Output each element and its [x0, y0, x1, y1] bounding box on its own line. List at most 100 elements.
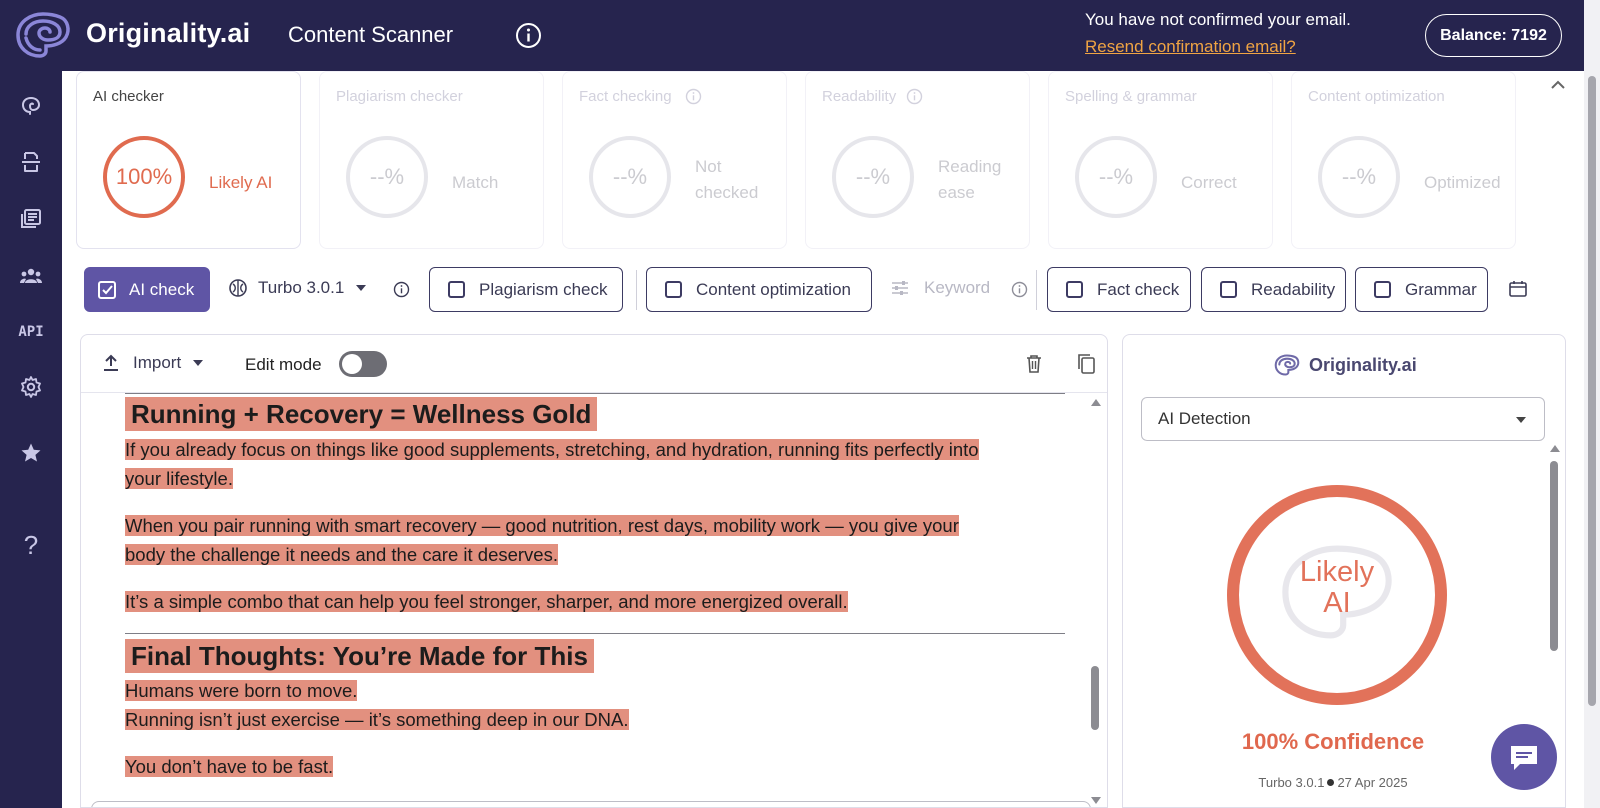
- card-plagiarism-checker[interactable]: Plagiarism checker --% Match: [319, 71, 544, 249]
- editor-header: Import Edit mode: [81, 335, 1107, 393]
- card-status: Optimized: [1424, 173, 1501, 192]
- paragraph-line: body the challenge it needs and the care…: [125, 544, 558, 565]
- sidebar-item-ai-checker[interactable]: [15, 90, 47, 122]
- card-fact-checking[interactable]: Fact checking --% Not checked: [562, 71, 787, 249]
- brand-name[interactable]: Originality.ai: [86, 18, 250, 49]
- info-icon[interactable]: [515, 22, 542, 49]
- api-icon: API: [18, 324, 44, 340]
- editor-scrollbar[interactable]: [1088, 393, 1102, 807]
- sidebar-item-settings[interactable]: [15, 371, 47, 403]
- plagiarism-check-button[interactable]: Plagiarism check: [429, 267, 623, 312]
- content-optimization-label: Content optimization: [696, 279, 851, 299]
- scroll-up-icon[interactable]: [1091, 399, 1101, 406]
- detection-type-value: AI Detection: [1158, 409, 1251, 428]
- page-scrollbar-thumb[interactable]: [1588, 76, 1596, 706]
- star-icon: [21, 443, 41, 462]
- calendar-icon[interactable]: [1508, 280, 1528, 298]
- sidebar-item-scan[interactable]: [15, 146, 47, 178]
- sidebar-item-favorites[interactable]: [15, 437, 47, 469]
- brain-logo-icon[interactable]: [12, 10, 74, 60]
- fact-check-button[interactable]: Fact check: [1047, 267, 1191, 312]
- brain-icon: [21, 97, 41, 115]
- card-status-line: checked: [695, 183, 759, 202]
- checkbox-icon: [1374, 281, 1391, 298]
- score-ring: --%: [589, 136, 671, 218]
- checkbox-icon: [1066, 281, 1083, 298]
- import-button[interactable]: Import: [103, 353, 204, 373]
- panel-scrollbar-thumb[interactable]: [1550, 461, 1558, 651]
- card-ai-checker[interactable]: AI checker 100% Likely AI: [76, 71, 301, 249]
- chevron-down-icon: [1516, 417, 1526, 423]
- card-title: Content optimization: [1308, 88, 1445, 105]
- editor-footer: [91, 801, 1091, 807]
- sidebar-item-library[interactable]: [15, 202, 47, 234]
- card-title: Plagiarism checker: [336, 88, 463, 105]
- score-ring: --%: [1075, 136, 1157, 218]
- paragraph-line: When you pair running with smart recover…: [125, 515, 959, 536]
- trash-icon[interactable]: [1025, 354, 1043, 374]
- info-icon[interactable]: [685, 88, 702, 105]
- panel-brand-name: Originality.ai: [1309, 354, 1417, 375]
- verdict-line: Likely: [1299, 556, 1375, 588]
- keyword-label: Keyword: [924, 278, 991, 297]
- keyword-field[interactable]: Keyword: [890, 278, 990, 298]
- edit-mode-toggle[interactable]: [339, 351, 387, 377]
- chevron-up-icon[interactable]: [1548, 78, 1568, 92]
- grammar-label: Grammar: [1405, 279, 1477, 299]
- checkbox-checked-icon: [98, 280, 116, 299]
- scan-meta: Turbo 3.0.1 27 Apr 2025: [1123, 775, 1543, 790]
- confidence-score: 100% Confidence: [1241, 729, 1425, 754]
- model-select[interactable]: Turbo 3.0.1: [228, 278, 367, 298]
- email-notice: You have not confirmed your email.: [1085, 10, 1351, 29]
- info-icon[interactable]: [906, 88, 923, 105]
- checkbox-icon: [448, 281, 465, 298]
- card-status-line: ease: [938, 183, 975, 202]
- card-title: Readability: [822, 88, 897, 105]
- resend-confirmation-link[interactable]: Resend confirmation email?: [1085, 37, 1296, 57]
- ai-check-button[interactable]: AI check: [84, 267, 210, 312]
- library-icon: [21, 209, 41, 228]
- detection-type-select[interactable]: AI Detection: [1141, 397, 1545, 441]
- paragraph-line: You don’t have to be fast.: [125, 756, 334, 777]
- card-content-optimization[interactable]: Content optimization --% Optimized: [1291, 71, 1516, 249]
- card-status: Reading ease: [938, 154, 1001, 206]
- text-editor[interactable]: Import Edit mode Running + Recovery = We…: [80, 334, 1108, 808]
- copy-icon[interactable]: [1076, 353, 1096, 375]
- readability-button[interactable]: Readability: [1201, 267, 1346, 312]
- top-bar: Originality.ai Content Scanner You have …: [0, 0, 1584, 71]
- balance-button[interactable]: Balance: 7192: [1425, 14, 1562, 57]
- chat-button[interactable]: [1491, 724, 1557, 790]
- scroll-down-icon[interactable]: [1091, 797, 1101, 804]
- editor-scrollbar-thumb[interactable]: [1091, 666, 1099, 730]
- info-icon[interactable]: [1011, 281, 1028, 298]
- ai-verdict-ring: Likely AI: [1227, 485, 1447, 705]
- sidebar-item-help[interactable]: ?: [15, 529, 47, 561]
- checkbox-icon: [1220, 281, 1237, 298]
- verdict-label: Likely AI: [1239, 557, 1435, 619]
- content-optimization-button[interactable]: Content optimization: [646, 267, 872, 312]
- editor-content[interactable]: Running + Recovery = Wellness Gold If yo…: [125, 393, 1065, 807]
- card-spelling-grammar[interactable]: Spelling & grammar --% Correct: [1048, 71, 1273, 249]
- brain-logo-icon: [1274, 354, 1300, 376]
- scroll-up-icon[interactable]: [1550, 445, 1560, 452]
- sliders-icon: [892, 281, 908, 295]
- paragraph-line: It’s a simple combo that can help you fe…: [125, 591, 848, 612]
- score-ring: --%: [832, 136, 914, 218]
- card-title: Spelling & grammar: [1065, 88, 1197, 105]
- card-readability[interactable]: Readability --% Reading ease: [805, 71, 1030, 249]
- info-icon[interactable]: [393, 281, 410, 298]
- heading: Running + Recovery = Wellness Gold: [125, 397, 598, 431]
- grammar-button[interactable]: Grammar: [1355, 267, 1488, 312]
- card-status: Correct: [1181, 173, 1237, 192]
- upload-icon: [104, 354, 118, 371]
- sidebar-item-team[interactable]: [15, 260, 47, 292]
- score-ring: 100%: [103, 136, 185, 218]
- page-scrollbar[interactable]: [1584, 0, 1600, 808]
- paragraph-line: your lifestyle.: [125, 468, 233, 489]
- model-version: Turbo 3.0.1: [1258, 775, 1325, 790]
- model-label: Turbo 3.0.1: [258, 278, 345, 297]
- section-divider: [125, 393, 1065, 394]
- scan-date: 27 Apr 2025: [1337, 775, 1408, 790]
- page-title: Content Scanner: [288, 22, 454, 47]
- sidebar-item-api[interactable]: API: [15, 316, 47, 348]
